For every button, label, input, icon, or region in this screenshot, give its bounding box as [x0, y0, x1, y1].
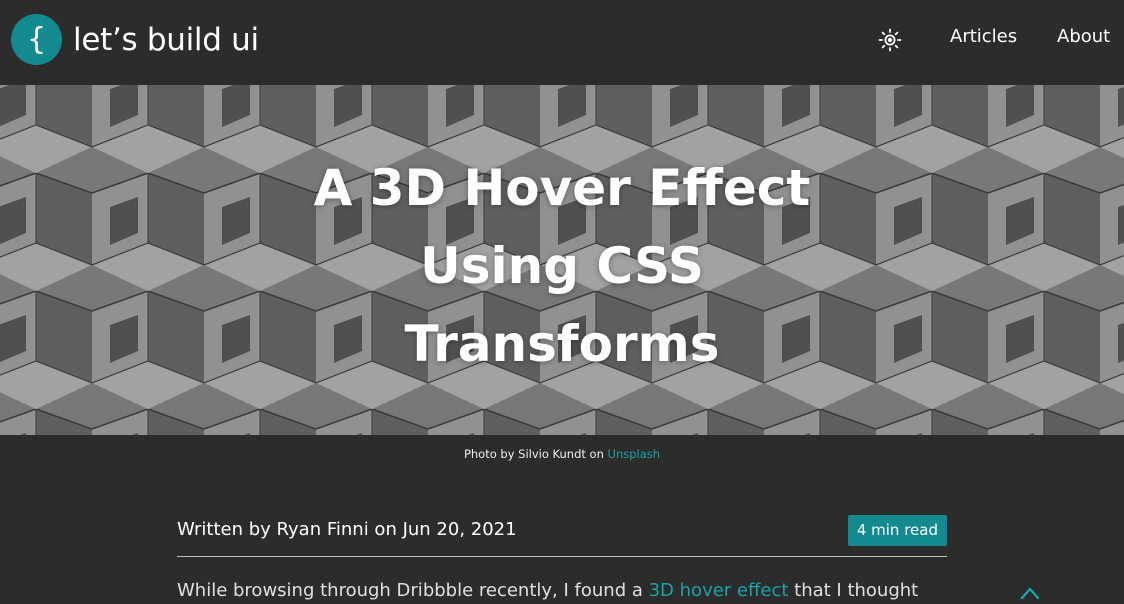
- site-logo-link[interactable]: { let’s build ui: [11, 14, 259, 65]
- logo-brace-icon: {: [11, 14, 62, 65]
- unsplash-link[interactable]: Unsplash: [608, 447, 661, 461]
- intro-text-end: that I thought: [788, 580, 919, 601]
- scroll-to-top-button[interactable]: [1018, 584, 1042, 600]
- chevron-up-icon: [1020, 587, 1040, 600]
- top-navigation-bar: { let’s build ui Articles About: [0, 0, 1124, 85]
- intro-text-start: While browsing through Dribbble recently…: [177, 580, 649, 601]
- site-title: let’s build ui: [73, 21, 259, 58]
- photo-credit: Photo by Silvio Kundt on Unsplash: [0, 447, 1124, 461]
- hover-effect-link[interactable]: 3D hover effect: [649, 580, 789, 601]
- author-date: Written by Ryan Finni on Jun 20, 2021: [177, 519, 517, 540]
- read-time-badge: 4 min read: [847, 515, 947, 546]
- theme-toggle-button[interactable]: [877, 27, 903, 53]
- sun-icon: [878, 28, 902, 52]
- title-line-2: Using CSS: [420, 237, 704, 295]
- title-line-1: A 3D Hover Effect: [313, 159, 811, 217]
- title-line-3: Transforms: [404, 315, 720, 373]
- nav-about-link[interactable]: About: [1057, 26, 1110, 47]
- article-meta: Written by Ryan Finni on Jun 20, 2021 4 …: [177, 514, 947, 557]
- article-title: A 3D Hover Effect Using CSS Transforms: [262, 149, 862, 383]
- article-intro: While browsing through Dribbble recently…: [177, 580, 919, 601]
- nav-articles-link[interactable]: Articles: [950, 26, 1017, 47]
- hero-banner: A 3D Hover Effect Using CSS Transforms: [0, 85, 1124, 435]
- photo-credit-text: Photo by Silvio Kundt on: [463, 447, 608, 461]
